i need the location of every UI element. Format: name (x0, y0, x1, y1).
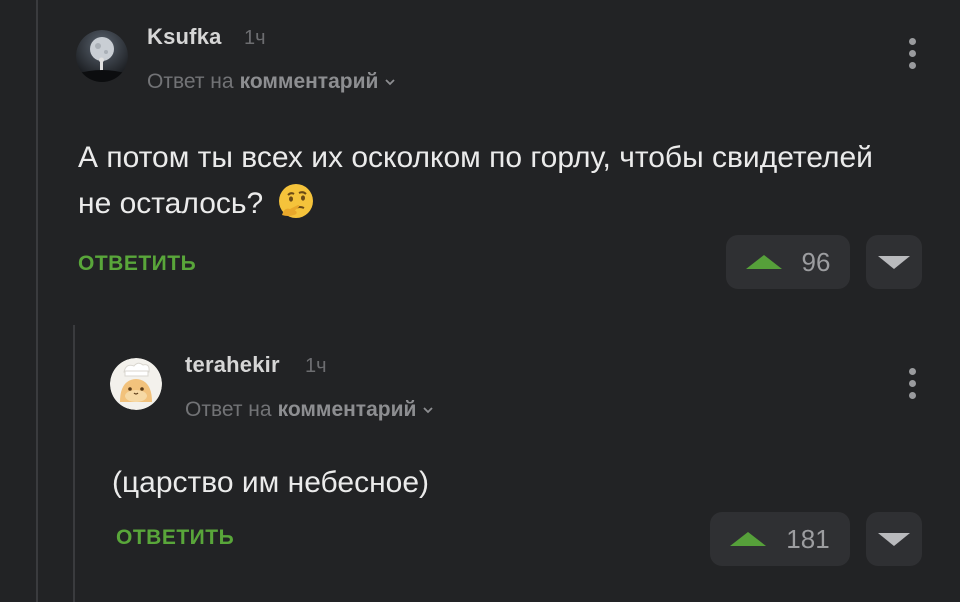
reply-to-target: комментарий (277, 398, 417, 421)
username[interactable]: terahekir (185, 352, 280, 378)
downvote-button[interactable] (866, 512, 922, 566)
rating-count: 181 (786, 523, 830, 554)
upvote-button[interactable]: 181 (710, 512, 850, 566)
reply-to-prefix: Ответ на (147, 70, 234, 93)
upvote-button[interactable]: 96 (726, 235, 850, 289)
timestamp: 1ч (244, 27, 266, 49)
user-avatar[interactable] (76, 30, 128, 82)
thinking-face-icon (278, 184, 313, 218)
chevron-down-icon (423, 407, 434, 414)
downvote-arrow-icon (878, 532, 910, 546)
chef-cat-avatar-icon (110, 358, 162, 410)
username[interactable]: Ksufka (147, 24, 222, 50)
thread-line (36, 0, 38, 602)
thread-line-nested (73, 325, 75, 602)
more-options-icon[interactable] (906, 368, 918, 399)
comment-text: А потом ты всех их осколком по горлу, чт… (78, 135, 878, 227)
user-avatar[interactable] (110, 358, 162, 410)
chevron-down-icon (385, 79, 396, 86)
upvote-arrow-icon (745, 255, 782, 269)
rating-count: 96 (801, 246, 831, 277)
comment-text-content: А потом ты всех их осколком по горлу, чт… (78, 141, 873, 220)
reply-to-target: комментарий (239, 70, 379, 93)
reply-button[interactable]: ОТВЕТИТЬ (116, 526, 234, 550)
reply-to-link[interactable]: Ответ на комментарий (185, 398, 434, 422)
comments-thread: Ksufka 1ч Ответ на комментарий А потом т… (0, 0, 960, 602)
reply-to-prefix: Ответ на (185, 398, 272, 421)
more-options-icon[interactable] (906, 38, 918, 69)
reply-to-link[interactable]: Ответ на комментарий (147, 70, 396, 94)
downvote-button[interactable] (866, 235, 922, 289)
moon-avatar-icon (76, 30, 128, 82)
reply-button[interactable]: ОТВЕТИТЬ (78, 252, 196, 276)
timestamp: 1ч (305, 355, 327, 377)
upvote-arrow-icon (730, 532, 767, 546)
downvote-arrow-icon (878, 255, 910, 269)
comment-text: (царство им небесное) (112, 466, 429, 499)
